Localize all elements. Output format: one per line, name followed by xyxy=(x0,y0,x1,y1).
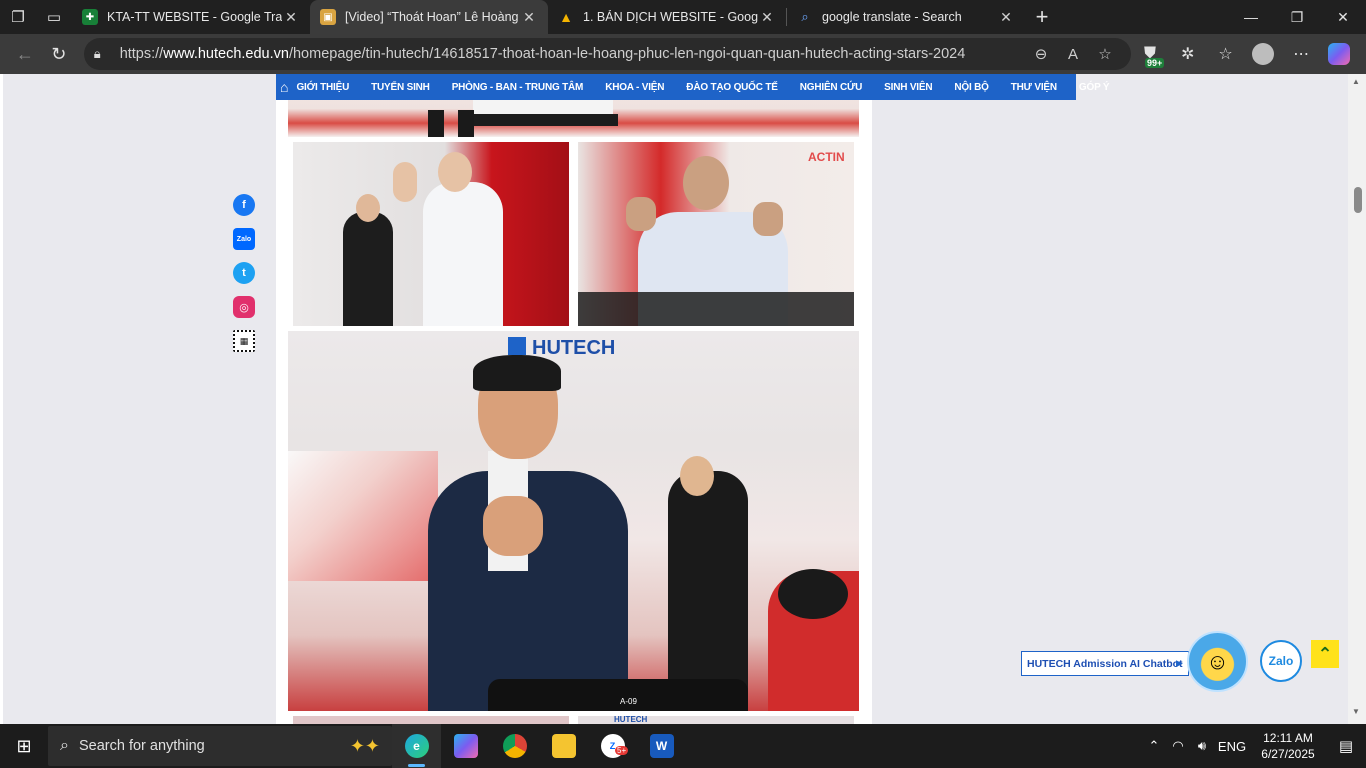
window-controls: — ❐ ✕ xyxy=(1228,0,1366,34)
main-navigation: ⌂ GIỚI THIỆU TUYỂN SINH PHÒNG - BAN - TR… xyxy=(276,74,1110,100)
article-photo-right: ACTIN xyxy=(578,142,854,326)
copilot-taskbar-icon[interactable] xyxy=(441,724,490,768)
drive-favicon-icon: ▲ xyxy=(559,9,573,25)
zoom-icon[interactable]: ⊖ xyxy=(1025,45,1057,63)
taskbar-search-input[interactable]: ⌕ Search for anything ✦✦ xyxy=(48,726,392,766)
tab-kta-website[interactable]: ✚ KTA-TT WEBSITE - Google Trang tính ✕ xyxy=(72,0,310,34)
sheets-favicon-icon: ✚ xyxy=(82,9,98,25)
search-placeholder: Search for anything xyxy=(78,738,205,754)
nav-item-thu-vien[interactable]: THƯ VIỆN xyxy=(1011,82,1057,93)
tab-title: 1. BẢN DỊCH WEBSITE - Google Drive xyxy=(583,10,758,24)
scroll-to-top-button[interactable]: ⌃ xyxy=(1311,640,1339,668)
address-bar: ← ↻ 🔒︎ https://www.hutech.edu.vn/homepag… xyxy=(0,34,1366,74)
banner-text: HUTECH xyxy=(532,337,616,359)
minimize-icon[interactable]: — xyxy=(1228,0,1274,34)
chatbot-label[interactable]: HUTECH Admission AI Chatbot xyxy=(1021,651,1189,676)
nav-item-noi-bo[interactable]: NỘI BỘ xyxy=(954,82,989,93)
scrollbar-thumb[interactable] xyxy=(1354,187,1362,213)
word-taskbar-icon[interactable]: W xyxy=(637,724,686,768)
tab-bar: ❐ ▭ ✚ KTA-TT WEBSITE - Google Trang tính… xyxy=(0,0,1366,34)
refresh-icon[interactable]: ↻ xyxy=(42,38,76,70)
hutech-favicon-icon: ▣ xyxy=(320,9,336,25)
nav-item-sinh-vien[interactable]: SINH VIÊN xyxy=(884,82,932,93)
edge-taskbar-icon[interactable]: e xyxy=(392,724,441,768)
favorite-star-icon[interactable]: ☆ xyxy=(1089,45,1121,63)
scroll-down-icon[interactable]: ▼ xyxy=(1352,707,1360,716)
notifications-icon[interactable]: ▤ xyxy=(1326,737,1366,755)
home-icon[interactable]: ⌂ xyxy=(280,79,288,95)
nav-item-tuyen-sinh[interactable]: TUYỂN SINH xyxy=(371,82,430,93)
banner-text: ACTIN xyxy=(808,150,845,164)
scroll-up-icon[interactable]: ▲ xyxy=(1352,77,1360,86)
more-menu-icon[interactable]: ⋯ xyxy=(1282,38,1320,70)
url-text: https://www.hutech.edu.vn/homepage/tin-h… xyxy=(119,46,966,62)
seat-label: A-09 xyxy=(620,697,637,706)
file-explorer-taskbar-icon[interactable] xyxy=(539,724,588,768)
tab-google-translate-search[interactable]: ⌕ google translate - Search ✕ xyxy=(787,0,1025,34)
profile-avatar[interactable] xyxy=(1245,38,1283,70)
zalo-icon[interactable]: Zalo xyxy=(233,228,255,250)
language-indicator[interactable]: ENG xyxy=(1214,739,1250,754)
copilot-icon[interactable] xyxy=(1320,38,1358,70)
nav-item-dao-tao-quoc-te[interactable]: ĐÀO TẠO QUỐC TẾ xyxy=(686,82,778,93)
chatbot-arrow-icon: ▶ xyxy=(1176,658,1183,668)
close-tab-icon[interactable]: ✕ xyxy=(520,9,538,26)
search-favicon-icon: ⌕ xyxy=(801,9,809,24)
page-viewport: ⌂ GIỚI THIỆU TUYỂN SINH PHÒNG - BAN - TR… xyxy=(0,74,1366,724)
instagram-icon[interactable]: ◎ xyxy=(233,296,255,318)
tab-ban-dich-website[interactable]: ▲ 1. BẢN DỊCH WEBSITE - Google Drive ✕ xyxy=(548,0,786,34)
extensions-puzzle-icon[interactable]: ✲ xyxy=(1169,38,1207,70)
social-share-rail: f Zalo t ◎ ▦ xyxy=(233,194,257,364)
tab-title: KTA-TT WEBSITE - Google Trang tính xyxy=(107,10,282,24)
nav-item-phong-ban-trung-tam[interactable]: PHÒNG - BAN - TRUNG TÂM xyxy=(452,82,584,93)
article-photo-left xyxy=(293,142,569,326)
copilot-sparkle-icon: ✦✦ xyxy=(349,735,380,756)
close-tab-icon[interactable]: ✕ xyxy=(997,9,1015,26)
close-window-icon[interactable]: ✕ xyxy=(1320,0,1366,34)
lock-icon[interactable]: 🔒︎ xyxy=(94,46,114,62)
facebook-icon[interactable]: f xyxy=(233,194,255,216)
article-photo-bottom-left xyxy=(293,716,569,724)
volume-icon[interactable]: 🔊︎ xyxy=(1190,738,1214,754)
zalo-chat-button[interactable]: Zalo xyxy=(1260,640,1302,682)
article-photo-bottom-right: HUTECH xyxy=(578,716,854,724)
system-tray: ⌃ ◠ 🔊︎ ENG 12:11 AM 6/27/2025 ▤ xyxy=(1142,730,1366,762)
url-field[interactable]: 🔒︎ https://www.hutech.edu.vn/homepage/ti… xyxy=(83,38,1132,70)
tab-actions-icon[interactable]: ▭ xyxy=(36,0,72,34)
banner-text: HUTECH xyxy=(614,716,648,724)
chrome-taskbar-icon[interactable] xyxy=(490,724,539,768)
restore-icon[interactable]: ❐ xyxy=(1274,0,1320,34)
extension-shield-icon[interactable]: ⛊ 99+ xyxy=(1131,38,1169,70)
windows-start-icon[interactable]: ⊞ xyxy=(0,724,48,768)
extension-badge: 99+ xyxy=(1145,58,1165,68)
page-scrollbar[interactable]: ▲ ▼ xyxy=(1348,74,1366,724)
workspaces-icon[interactable]: ❐ xyxy=(0,0,36,34)
nav-item-khoa-vien[interactable]: KHOA - VIỆN xyxy=(605,82,664,93)
clock[interactable]: 12:11 AM 6/27/2025 xyxy=(1250,730,1326,762)
twitter-icon[interactable]: t xyxy=(233,262,255,284)
read-aloud-icon[interactable]: A xyxy=(1057,46,1089,63)
tab-video-thoat-hoan[interactable]: ▣ [Video] “Thoát Hoan” Lê Hoàng Phúc ✕ xyxy=(310,0,548,34)
close-tab-icon[interactable]: ✕ xyxy=(758,9,776,26)
favorites-icon[interactable]: ☆ xyxy=(1207,38,1245,70)
clock-time: 12:11 AM xyxy=(1263,731,1313,745)
close-tab-icon[interactable]: ✕ xyxy=(282,9,300,26)
wifi-icon[interactable]: ◠ xyxy=(1166,738,1190,754)
chevron-up-icon[interactable]: ⌃ xyxy=(1142,738,1166,754)
search-icon: ⌕ xyxy=(60,737,69,754)
new-tab-button[interactable]: + xyxy=(1025,0,1059,34)
tab-title: [Video] “Thoát Hoan” Lê Hoàng Phúc xyxy=(345,10,520,24)
article-photo-main: HUTECH A-09 xyxy=(288,331,859,711)
chatbot-robot-icon[interactable]: ☺ xyxy=(1187,631,1248,692)
nav-item-nghien-cuu[interactable]: NGHIÊN CỨU xyxy=(800,82,863,93)
nav-item-gop-y[interactable]: GÓP Ý xyxy=(1079,82,1110,93)
tab-title: google translate - Search xyxy=(822,10,962,24)
qr-code-icon[interactable]: ▦ xyxy=(233,330,255,352)
zalo-badge: 5+ xyxy=(615,746,629,755)
windows-taskbar: ⊞ ⌕ Search for anything ✦✦ e Z 5+ W ⌃ ◠ … xyxy=(0,724,1366,768)
clock-date: 6/27/2025 xyxy=(1261,747,1315,761)
zalo-taskbar-icon[interactable]: Z 5+ xyxy=(588,724,637,768)
nav-item-gioi-thieu[interactable]: GIỚI THIỆU xyxy=(296,82,349,93)
back-icon[interactable]: ← xyxy=(8,38,42,70)
